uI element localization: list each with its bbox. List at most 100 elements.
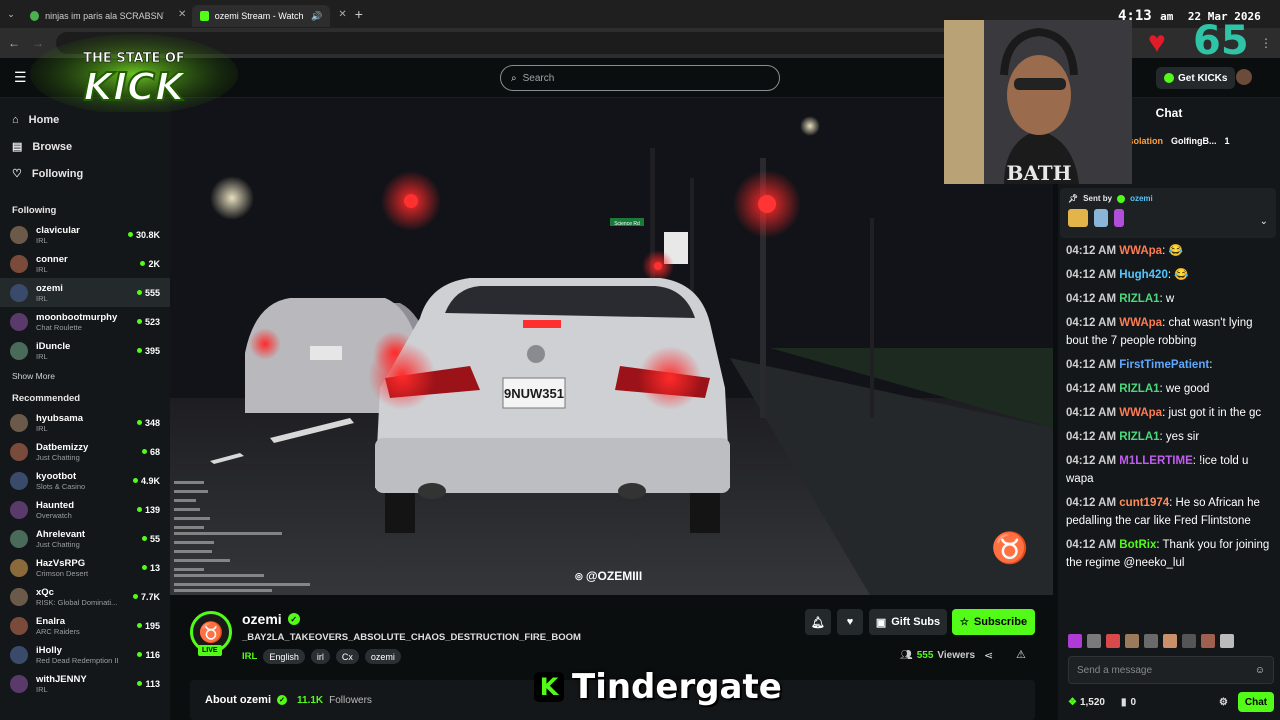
sidebar-channel-xqc[interactable]: xQc RISK: Global Dominati... 7.7K <box>0 582 170 611</box>
recommended-section-header: Recommended <box>12 393 81 404</box>
sidebar-channel-ahrelevant[interactable]: Ahrelevant Just Chatting 55 <box>0 524 170 553</box>
share-icon[interactable]: ⋖ <box>984 649 993 662</box>
emote-icon[interactable] <box>1144 634 1158 648</box>
chat-input[interactable]: Send a message ☺ <box>1068 656 1274 684</box>
sidebar-channel-conner[interactable]: conner IRL 2K <box>0 249 170 278</box>
channel-meta: HazVsRPG Crimson Desert <box>36 558 142 578</box>
tag-pill[interactable]: English <box>263 649 305 664</box>
tab-list-icon[interactable]: ⌄ <box>0 9 22 20</box>
channel-category: Crimson Desert <box>36 568 89 578</box>
tab-ozemi-stream[interactable]: ozemi Stream - Watch Live 🔊 <box>192 5 331 27</box>
emote-icon[interactable] <box>1068 634 1082 648</box>
channel-avatar <box>10 674 28 693</box>
send-chat-button[interactable]: Chat <box>1238 692 1274 712</box>
chat-username[interactable]: RIZLA1 <box>1119 293 1159 305</box>
user-avatar[interactable] <box>1236 69 1252 85</box>
hamburger-menu-icon[interactable]: ☰ <box>14 69 27 86</box>
emote-icon[interactable] <box>1220 634 1234 648</box>
chat-username[interactable]: RIZLA1 <box>1119 431 1159 443</box>
emoji-icon[interactable]: ☺ <box>1255 665 1265 676</box>
channel-viewers: 30.8K <box>127 230 160 240</box>
video-player[interactable]: Science Rd 9NUW351 ◎ @OZEMIII ♉ <box>170 98 1053 595</box>
speaker-icon[interactable]: 🔊 <box>311 11 322 22</box>
chat-input-placeholder: Send a message <box>1077 664 1153 676</box>
show-more-button[interactable]: Show More <box>0 365 170 387</box>
chat-message: 04:12 AM WWApa: 😂 <box>1058 239 1280 263</box>
chat-timestamp: 04:12 AM <box>1066 359 1117 371</box>
emote-icon[interactable] <box>1201 634 1215 648</box>
sidebar-channel-iholly[interactable]: iHolly Red Dead Redemption II 116 <box>0 640 170 669</box>
streamer-name[interactable]: ozemi <box>242 611 282 627</box>
channel-name: iHolly <box>36 644 62 656</box>
chat-message-list: 04:12 AM WWApa: 😂 04:12 AM Hugh420: 😂 04:1… <box>1058 239 1280 629</box>
tag-pill[interactable]: ozemi <box>364 649 401 664</box>
chevron-down-icon[interactable]: ⌄ <box>1260 216 1268 227</box>
tab-ninjas[interactable]: ninjas im paris ala SCRABSNYC <box>22 5 172 27</box>
get-kicks-button[interactable]: Get KICKs <box>1156 67 1236 89</box>
gifter-name[interactable]: GolfingB... <box>1171 136 1217 146</box>
sidebar-channel-hazvsrpg[interactable]: HazVsRPG Crimson Desert 13 <box>0 553 170 582</box>
chat-username[interactable]: WWApa <box>1119 245 1162 257</box>
emote-icon[interactable] <box>1087 634 1101 648</box>
report-flag-icon[interactable]: ⚠ <box>1016 648 1026 661</box>
channel-viewer-count: 2K <box>148 258 160 269</box>
sidebar-channel-hyubsama[interactable]: hyubsama IRL 348 <box>0 408 170 437</box>
close-icon[interactable]: ✕ <box>178 9 186 20</box>
settings-gear-icon[interactable]: ⚙ <box>1219 697 1228 708</box>
sidebar-channel-datbemizzy[interactable]: Datbemizzy Just Chatting 68 <box>0 437 170 466</box>
new-tab-button[interactable]: + <box>355 6 363 22</box>
chat-username[interactable]: WWApa <box>1119 317 1162 329</box>
follow-heart-button[interactable]: ♥ <box>837 609 863 635</box>
channel-name: withJENNY <box>36 673 87 685</box>
chat-username[interactable]: M1LLERTIME <box>1119 455 1192 467</box>
back-arrow-icon[interactable]: ← <box>8 36 20 50</box>
stream-category-link[interactable]: IRL <box>242 651 257 662</box>
channel-name: Enalra <box>36 615 66 627</box>
emote-icon[interactable] <box>1106 634 1120 648</box>
chat-username[interactable]: FirstTimePatient <box>1119 359 1209 371</box>
gift-subs-button[interactable]: ▣ Gift Subs <box>869 609 947 635</box>
video-watermark: ◎ @OZEMIII <box>575 569 642 583</box>
sidebar-item-browse[interactable]: ▤ Browse <box>0 133 170 160</box>
channel-category: ARC Raiders <box>36 626 80 636</box>
sidebar-channel-kyootbot[interactable]: kyootbot Slots & Casino 4.9K <box>0 466 170 495</box>
tag-pill[interactable]: irl <box>310 649 330 664</box>
close-icon[interactable]: ✕ <box>338 9 346 20</box>
sidebar-channel-moonbootmurphy[interactable]: moonbootmurphy Chat Roulette 523 <box>0 307 170 336</box>
channel-viewers: 7.7K <box>132 592 160 602</box>
stream-title: _BAY2LA_TAKEOVERS_ABSOLUTE_CHAOS_DESTRUC… <box>242 632 581 643</box>
channel-avatar <box>10 312 28 331</box>
search-input[interactable]: ⌕ Search <box>500 65 780 91</box>
emote-icon[interactable] <box>1163 634 1177 648</box>
notification-bell-button[interactable]: 🔔︎ <box>805 609 831 635</box>
channel-avatar <box>10 225 28 244</box>
pinned-user[interactable]: ozemi <box>1130 194 1153 203</box>
channel-meta: Haunted Overwatch <box>36 500 137 520</box>
sidebar-channel-ozemi[interactable]: ozemi IRL 555 <box>0 278 170 307</box>
emote-icon[interactable] <box>1182 634 1196 648</box>
chat-username[interactable]: RIZLA1 <box>1119 383 1159 395</box>
channel-viewers: 523 <box>136 317 160 327</box>
channel-category: Just Chatting <box>36 539 80 549</box>
emote-icon[interactable] <box>1125 634 1139 648</box>
sidebar-channel-clavicular[interactable]: clavicular IRL 30.8K <box>0 220 170 249</box>
chat-username[interactable]: WWApa <box>1119 407 1162 419</box>
sidebar-channel-withjenny[interactable]: withJENNY IRL 113 <box>0 669 170 698</box>
pin-icon: 📌︎ <box>1068 194 1079 203</box>
channel-viewer-count: 395 <box>144 345 160 356</box>
emote-icon <box>1114 209 1124 227</box>
sidebar-channel-haunted[interactable]: Haunted Overwatch 139 <box>0 495 170 524</box>
chat-username[interactable]: BotRix <box>1119 539 1156 551</box>
chat-timestamp: 04:12 AM <box>1066 455 1117 467</box>
bull-logo-icon: ♉ <box>991 532 1029 565</box>
tag-pill[interactable]: Cx <box>335 649 359 664</box>
subscribe-button[interactable]: ☆ Subscribe <box>952 609 1035 635</box>
sidebar-channel-iduncle[interactable]: iDuncle IRL 395 <box>0 336 170 365</box>
chat-username[interactable]: cunt1974 <box>1119 497 1169 509</box>
sidebar-item-following[interactable]: ♡ Following <box>0 160 170 187</box>
sidebar-channel-enalra[interactable]: Enalra ARC Raiders 195 <box>0 611 170 640</box>
channel-category: Chat Roulette <box>36 322 82 332</box>
chat-username[interactable]: Hugh420 <box>1119 269 1168 281</box>
menu-dots-icon[interactable]: ⋮ <box>1260 36 1272 50</box>
chat-panel: Chat desolation GolfingB... 1 📌︎ Sent by… <box>1058 98 1280 720</box>
